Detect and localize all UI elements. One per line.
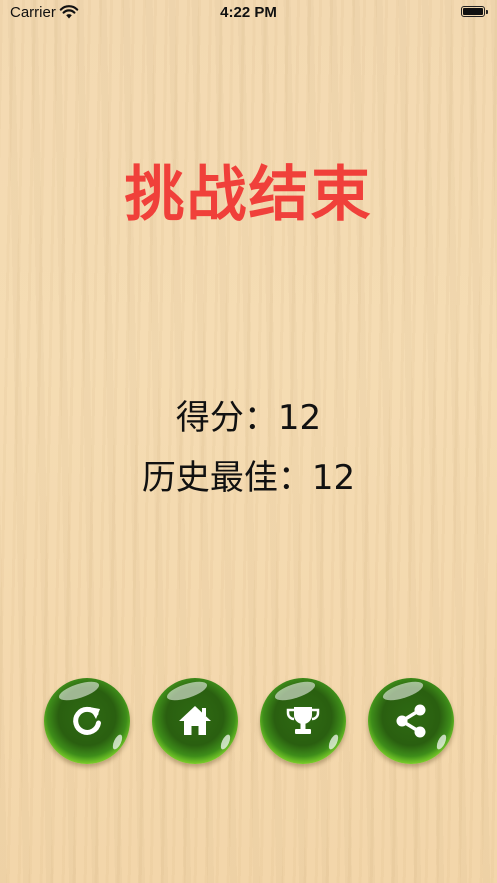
status-time: 4:22 PM bbox=[220, 4, 277, 21]
leaderboard-button[interactable] bbox=[260, 678, 346, 764]
restart-button[interactable] bbox=[44, 678, 130, 764]
action-button-row bbox=[0, 678, 497, 768]
share-button[interactable] bbox=[368, 678, 454, 764]
best-score: 历史最佳：12 bbox=[141, 458, 356, 498]
battery-icon bbox=[461, 6, 488, 17]
share-icon bbox=[396, 704, 426, 738]
game-over-title: 挑战结束 bbox=[124, 160, 373, 230]
trophy-icon bbox=[286, 707, 320, 734]
home-icon bbox=[179, 706, 211, 735]
home-button[interactable] bbox=[152, 678, 238, 764]
current-score: 得分：12 bbox=[175, 398, 322, 438]
restart-icon bbox=[73, 706, 101, 735]
status-bar: Carrier 4:22 PM bbox=[0, 0, 497, 26]
